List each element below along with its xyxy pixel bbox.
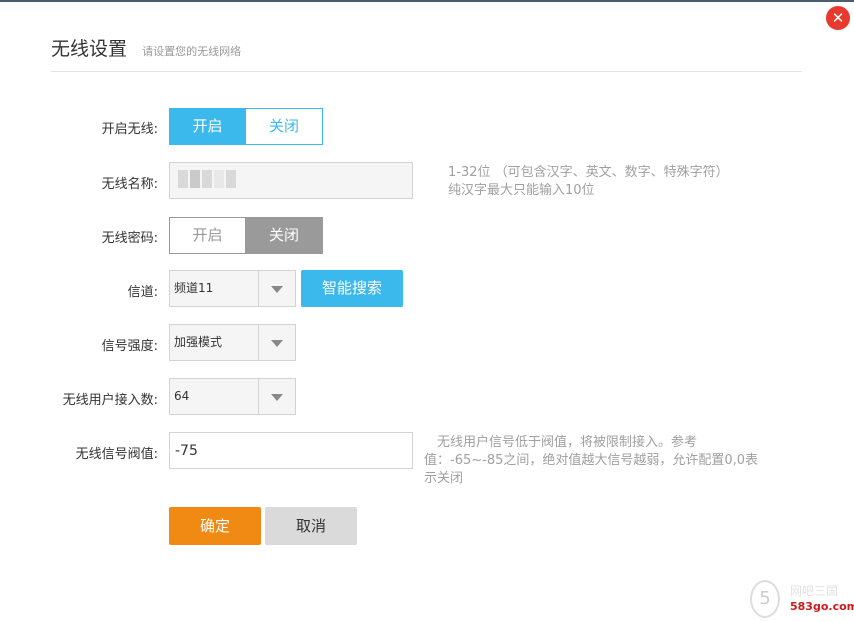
password-switch-label: 无线密码: [101, 231, 158, 246]
threshold-hint-line3: 示关闭 [424, 471, 464, 486]
dropdown-arrow-icon[interactable] [258, 325, 295, 360]
wireless-switch-label: 开启无线: [101, 122, 158, 137]
watermark-line1: 网吧三国 [790, 584, 839, 598]
ssid-hint: 1-32位 （可包含汉字、英文、数字、特殊字符） 纯汉字最大只能输入10位 [448, 164, 729, 200]
signal-strength-select[interactable]: 加强模式 [169, 324, 296, 361]
top-border [0, 0, 854, 2]
close-icon: ✕ [831, 9, 845, 27]
max-clients-value: 64 [174, 389, 190, 403]
ssid-redacted-value [178, 170, 238, 188]
dialog-header: 无线设置 请设置您的无线网络 [51, 34, 241, 61]
wireless-on-button[interactable]: 开启 [169, 108, 246, 145]
header-divider [51, 71, 802, 72]
signal-threshold-label: 无线信号阀值: [75, 447, 158, 462]
dropdown-arrow-icon[interactable] [258, 379, 295, 414]
max-clients-select[interactable]: 64 [169, 378, 296, 415]
watermark-glyph: 5 [750, 580, 780, 618]
max-clients-label: 无线用户接入数: [62, 393, 158, 408]
channel-value: 频道11 [174, 281, 214, 295]
channel-label: 信道: [127, 285, 158, 300]
ssid-hint-line2: 纯汉字最大只能输入10位 [448, 183, 595, 198]
confirm-button[interactable]: 确定 [169, 507, 261, 545]
signal-threshold-input[interactable] [169, 432, 413, 469]
threshold-hint-line2: 值：-65~-85之间，绝对值越大信号越弱，允许配置0,0表 [424, 453, 759, 468]
signal-strength-value: 加强模式 [174, 335, 223, 349]
password-toggle: 开启 关闭 [169, 217, 323, 254]
password-off-button[interactable]: 关闭 [246, 217, 323, 254]
wireless-off-button[interactable]: 关闭 [246, 108, 323, 145]
signal-threshold-hint: 无线用户信号低于阀值，将被限制接入。参考 值：-65~-85之间，绝对值越大信号… [424, 434, 758, 488]
close-button[interactable]: ✕ [826, 6, 850, 30]
password-on-button[interactable]: 开启 [169, 217, 246, 254]
smart-search-button[interactable]: 智能搜索 [301, 270, 403, 307]
signal-strength-label: 信号强度: [101, 339, 158, 354]
dialog-title: 无线设置 [51, 38, 128, 60]
ssid-label: 无线名称: [101, 177, 158, 192]
dropdown-arrow-icon[interactable] [258, 271, 295, 306]
threshold-hint-line1: 无线用户信号低于阀值，将被限制接入。参考 [437, 435, 698, 450]
watermark-logo: 5 网吧三国 583go.com [748, 578, 854, 618]
watermark-line2: 583go.com [790, 600, 854, 613]
dialog-subtitle: 请设置您的无线网络 [142, 45, 242, 58]
cancel-button[interactable]: 取消 [265, 507, 357, 545]
wireless-toggle: 开启 关闭 [169, 108, 323, 145]
channel-select[interactable]: 频道11 [169, 270, 296, 307]
ssid-hint-line1: 1-32位 （可包含汉字、英文、数字、特殊字符） [448, 165, 729, 180]
